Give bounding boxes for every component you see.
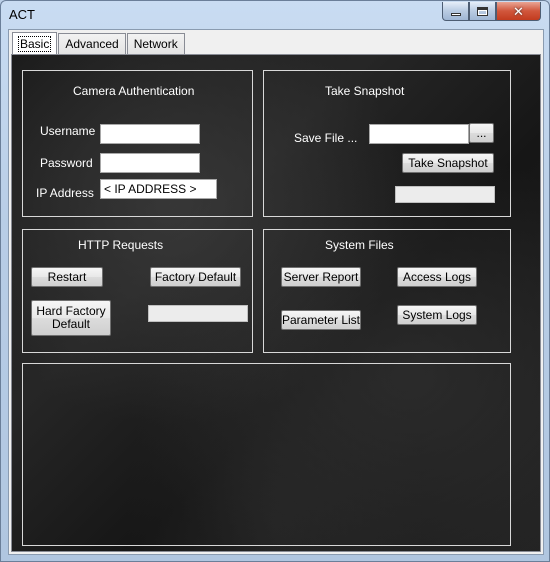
hard-factory-default-button[interactable]: Hard Factory Default — [31, 300, 111, 336]
snapshot-status-field — [395, 186, 495, 203]
access-logs-button[interactable]: Access Logs — [397, 267, 477, 287]
server-report-button[interactable]: Server Report — [281, 267, 361, 287]
tab-basic[interactable]: Basic — [12, 32, 58, 54]
tab-label: Basic — [17, 35, 52, 52]
tab-advanced[interactable]: Advanced — [58, 33, 126, 54]
http-status-field — [148, 305, 248, 322]
username-input[interactable] — [100, 124, 200, 144]
browse-button[interactable]: ... — [469, 123, 494, 143]
close-button[interactable]: ✕ — [496, 2, 541, 21]
save-file-input[interactable] — [369, 124, 469, 144]
system-files-group: System Files Server Report Access Logs P… — [263, 229, 511, 353]
maximize-icon — [477, 6, 488, 16]
restart-button[interactable]: Restart — [31, 267, 103, 287]
minimize-button[interactable] — [442, 2, 469, 21]
group-title: Camera Authentication — [73, 84, 195, 98]
tab-strip: Basic Advanced Network — [12, 32, 186, 54]
app-window: ACT ✕ Basic Advanced Network Camera Auth… — [0, 0, 550, 562]
save-file-label: Save File ... — [294, 131, 358, 145]
parameter-list-button[interactable]: Parameter List — [281, 310, 361, 330]
http-requests-group: HTTP Requests Restart Factory Default Ha… — [22, 229, 253, 353]
client-area: Basic Advanced Network Camera Authentica… — [8, 29, 544, 555]
group-title: Take Snapshot — [325, 84, 405, 98]
minimize-icon — [450, 12, 461, 16]
username-label: Username — [40, 124, 96, 138]
factory-default-button[interactable]: Factory Default — [150, 267, 241, 287]
output-area — [22, 363, 511, 546]
take-snapshot-group: Take Snapshot Save File ... ... Take Sna… — [263, 70, 511, 217]
ip-address-input[interactable]: < IP ADDRESS > — [100, 179, 217, 199]
tab-network[interactable]: Network — [126, 33, 185, 54]
password-input[interactable] — [100, 153, 200, 173]
password-label: Password — [40, 156, 93, 170]
system-logs-button[interactable]: System Logs — [397, 305, 477, 325]
close-icon: ✕ — [513, 3, 524, 19]
maximize-button[interactable] — [469, 2, 496, 21]
take-snapshot-button[interactable]: Take Snapshot — [402, 153, 494, 173]
group-title: System Files — [325, 238, 394, 252]
title-bar[interactable]: ACT ✕ — [1, 1, 549, 29]
camera-authentication-group: Camera Authentication Username Password … — [22, 70, 253, 217]
window-title: ACT — [9, 7, 35, 22]
ip-address-label: IP Address — [36, 186, 94, 200]
tab-label: Advanced — [65, 37, 119, 51]
tab-label: Network — [133, 37, 178, 51]
basic-tab-panel: Camera Authentication Username Password … — [11, 54, 541, 552]
group-title: HTTP Requests — [78, 238, 164, 252]
